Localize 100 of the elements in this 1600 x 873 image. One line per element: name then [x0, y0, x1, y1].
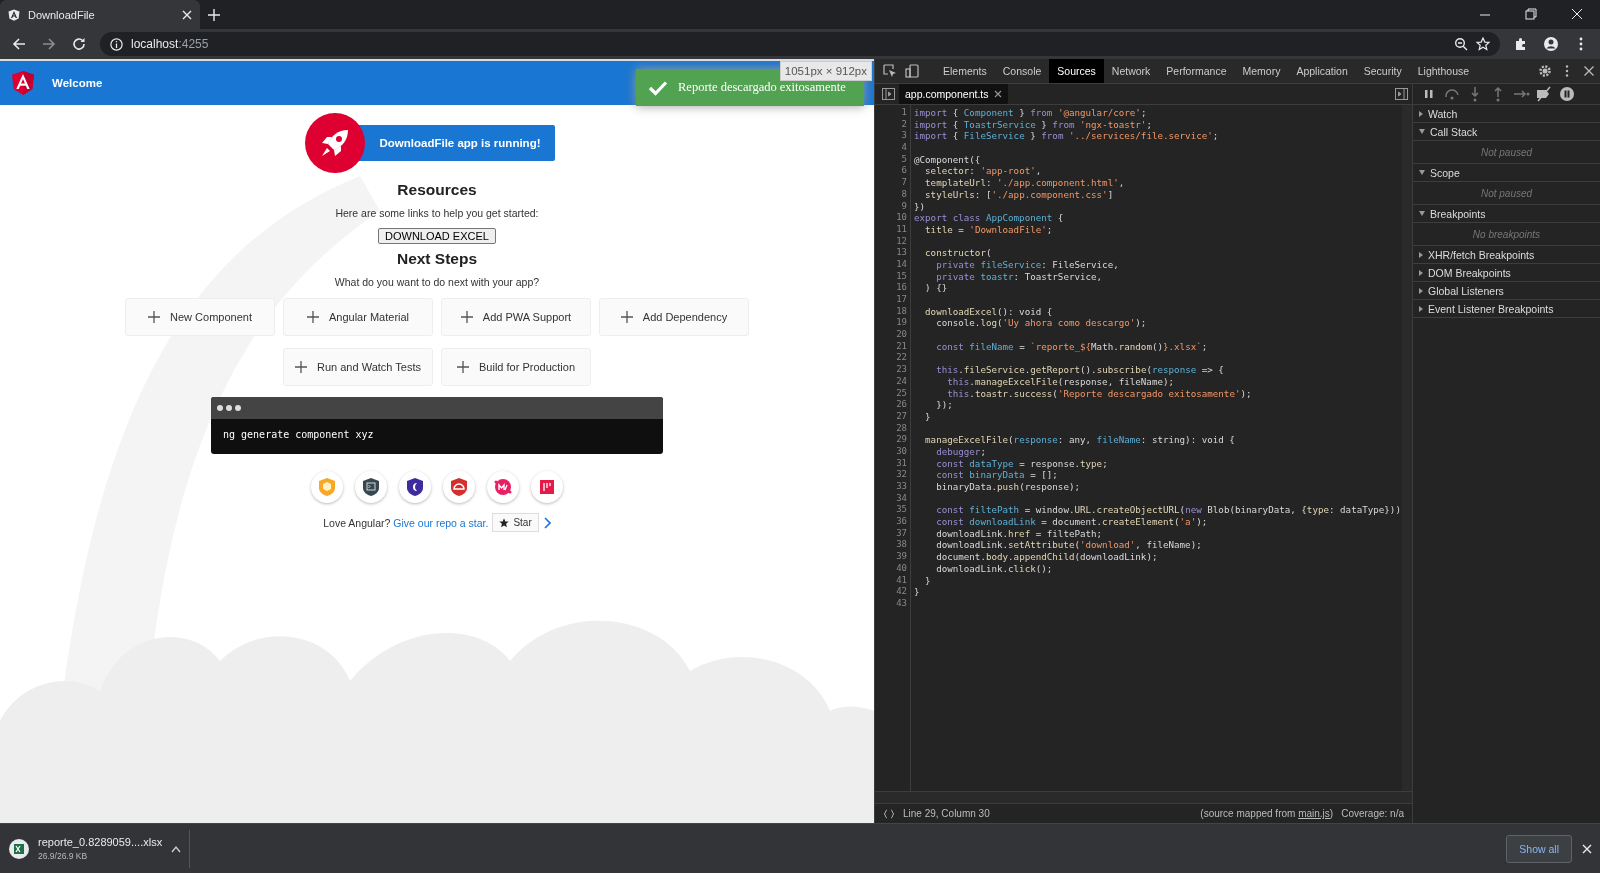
- action-card[interactable]: Add Dependency: [599, 298, 749, 336]
- code-line: ) {}: [924, 282, 948, 294]
- line-number: 14: [895, 258, 908, 271]
- action-card[interactable]: Add PWA Support: [441, 298, 591, 336]
- action-card[interactable]: New Component: [125, 298, 275, 336]
- code-line: downloadLink.setAttribute('download', fileName);: [935, 539, 1202, 552]
- devtools-tab[interactable]: Security: [1355, 59, 1410, 83]
- logo-badge[interactable]: [399, 471, 431, 503]
- pane-title: Scope: [1430, 166, 1460, 179]
- url-text[interactable]: localhost:4255: [131, 37, 209, 51]
- zoom-icon[interactable]: [1454, 37, 1468, 51]
- info-icon[interactable]: [110, 37, 123, 51]
- expand-arrow-icon[interactable]: [1419, 110, 1423, 117]
- code-line: binaryData.push(response);: [935, 481, 1080, 493]
- horizontal-scrollbar[interactable]: [875, 791, 1412, 803]
- reload-icon[interactable]: [71, 36, 87, 52]
- devtools-tab[interactable]: Network: [1103, 59, 1159, 83]
- plus-icon: [148, 311, 161, 323]
- devtools-tab[interactable]: Application: [1288, 59, 1356, 83]
- back-icon[interactable]: [11, 36, 27, 52]
- vertical-scrollbar[interactable]: [1402, 105, 1412, 791]
- logo-badge[interactable]: [487, 471, 519, 503]
- close-icon[interactable]: [1582, 64, 1596, 78]
- pause-exceptions-icon[interactable]: [1557, 85, 1577, 103]
- devtools-tab[interactable]: Performance: [1158, 59, 1235, 83]
- code-line: const downloadLink = document.createElement('a');: [935, 516, 1208, 528]
- close-icon[interactable]: [994, 90, 1003, 98]
- code-line: }: [924, 574, 931, 587]
- download-file-name[interactable]: reporte_0.8289059....xlsx: [38, 836, 163, 848]
- navigator-toggle-icon[interactable]: [881, 88, 895, 100]
- new-tab-icon[interactable]: [208, 8, 220, 21]
- forward-icon[interactable]: [41, 36, 57, 52]
- format-icon[interactable]: [883, 808, 895, 819]
- profile-icon[interactable]: [1543, 36, 1559, 52]
- settings-icon[interactable]: [1538, 64, 1552, 78]
- line-number: 25: [895, 387, 908, 400]
- devtools-tab[interactable]: Lighthouse: [1409, 59, 1478, 83]
- line-number: 22: [895, 352, 908, 365]
- splash-icon: [493, 477, 513, 497]
- expand-arrow-icon[interactable]: [1419, 305, 1423, 312]
- file-tab-label: app.component.ts: [905, 88, 989, 100]
- code-line: this.toastr.success('Reporte descargado exitosamente');: [946, 387, 1252, 400]
- line-number: 16: [895, 282, 908, 294]
- expand-arrow-icon[interactable]: [1419, 170, 1425, 175]
- toast-message: Reporte descargado exitosamente: [678, 80, 846, 95]
- file-tab[interactable]: app.component.ts: [899, 84, 1009, 104]
- star-icon[interactable]: [1476, 37, 1490, 51]
- show-all-button[interactable]: Show all: [1506, 834, 1572, 863]
- action-card[interactable]: Build for Production: [441, 348, 591, 386]
- expand-arrow-icon[interactable]: [1419, 287, 1423, 294]
- expand-arrow-icon[interactable]: [1419, 211, 1425, 216]
- devtools-tab[interactable]: Elements: [935, 59, 995, 83]
- logo-badge[interactable]: [531, 471, 563, 503]
- line-number: 21: [895, 340, 908, 353]
- line-number: 11: [895, 223, 908, 236]
- code-line: }): [914, 200, 926, 213]
- plus-icon: [460, 311, 473, 323]
- debugger-toggle-icon[interactable]: [1394, 88, 1408, 100]
- repo-link[interactable]: Give our repo a star.: [393, 516, 489, 529]
- line-number: 15: [895, 270, 908, 283]
- love-angular-text: Love Angular? Give our repo a star.: [323, 516, 489, 529]
- star-button[interactable]: Star: [492, 513, 539, 532]
- pane-title: Global Listeners: [1428, 284, 1504, 297]
- line-number: 17: [895, 294, 908, 306]
- expand-arrow-icon[interactable]: [1419, 269, 1423, 276]
- moon-icon: [405, 477, 425, 497]
- line-number: 41: [895, 574, 908, 587]
- device-icon[interactable]: [905, 64, 919, 78]
- code-line: }: [914, 586, 920, 598]
- line-number: 36: [895, 516, 908, 528]
- chevron-up-icon[interactable]: [171, 844, 181, 853]
- line-number: 30: [895, 445, 908, 458]
- expand-arrow-icon[interactable]: [1419, 251, 1423, 258]
- plus-icon: [620, 311, 633, 323]
- chevron-right-icon[interactable]: [542, 516, 551, 529]
- plus-icon: [295, 361, 307, 373]
- deactivate-breakpoints-icon[interactable]: [1534, 85, 1554, 103]
- source-link[interactable]: main.js: [1298, 808, 1330, 819]
- browser-tab[interactable]: DownloadFile: [0, 0, 200, 29]
- action-card[interactable]: Angular Material: [283, 298, 433, 336]
- line-number: 27: [895, 410, 908, 423]
- bars-icon: [537, 477, 557, 497]
- spreadsheet-file-icon[interactable]: [8, 837, 30, 860]
- line-number: 9: [900, 200, 908, 213]
- line-number: 33: [895, 481, 908, 493]
- logo-badge[interactable]: [443, 471, 475, 503]
- devtools-tab[interactable]: Console: [994, 59, 1050, 83]
- devtools-tab[interactable]: Sources: [1049, 59, 1104, 83]
- address-bar[interactable]: localhost:4255: [100, 32, 1500, 56]
- line-number: 23: [895, 364, 908, 376]
- devtools-tab[interactable]: Memory: [1234, 59, 1289, 83]
- expand-arrow-icon[interactable]: [1419, 129, 1425, 134]
- logo-badge[interactable]: [355, 471, 387, 503]
- action-card[interactable]: Run and Watch Tests: [283, 348, 433, 386]
- inspect-icon[interactable]: [883, 64, 897, 78]
- angular-logo-icon: [12, 71, 34, 95]
- download-excel-button[interactable]: DOWNLOAD EXCEL: [378, 228, 496, 244]
- pane-title: XHR/fetch Breakpoints: [1428, 248, 1535, 261]
- code-line: export class AppComponent {: [914, 212, 1064, 224]
- line-number: 12: [895, 235, 908, 248]
